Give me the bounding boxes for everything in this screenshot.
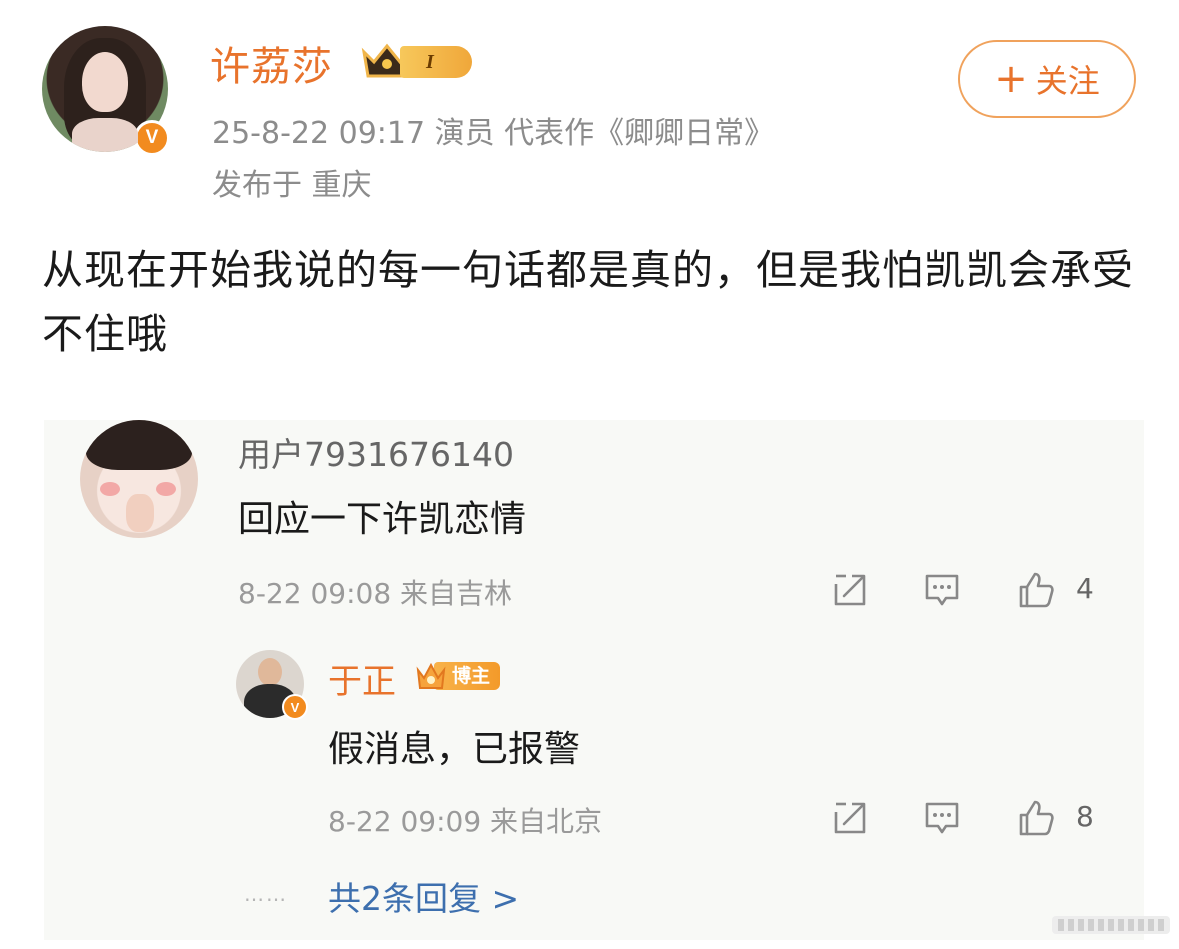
avatar-hair: [86, 420, 192, 470]
avatar-face: [82, 52, 128, 112]
author-badge: 博主: [414, 660, 500, 692]
avatar-cheek: [156, 482, 176, 496]
follow-button[interactable]: + 关注: [958, 40, 1136, 118]
comment-text: 回应一下许凯恋情: [238, 499, 527, 540]
comment-actions: 4: [830, 570, 1120, 610]
avatar-body: [72, 118, 138, 152]
vip-badge[interactable]: I: [360, 40, 474, 82]
like-count: 8: [1076, 800, 1094, 833]
avatar-head: [258, 658, 282, 686]
vip-level: I: [400, 46, 472, 78]
post-text: 从现在开始我说的每一句话都是真的，但是我怕凯凯会承受不住哦: [42, 246, 1134, 358]
post-meta: 25-8-22 09:17 演员 代表作《卿卿日常》: [212, 116, 775, 151]
author-name[interactable]: 许荔莎: [210, 34, 333, 92]
bozhu-crown-icon: [416, 662, 446, 689]
reply-text: 假消息，已报警: [328, 729, 581, 770]
plus-icon: +: [994, 56, 1028, 102]
commenter-avatar[interactable]: [80, 420, 198, 538]
more-dots: ……: [244, 882, 288, 906]
more-replies-link[interactable]: 共2条回复 >: [328, 872, 519, 920]
replier-name[interactable]: 于正: [328, 654, 396, 703]
commenter-name[interactable]: 用户7931676140: [238, 428, 514, 476]
avatar-hand: [126, 494, 154, 532]
share-icon[interactable]: [830, 570, 870, 610]
comment-section: 用户7931676140 回应一下许凯恋情 8-22 09:08 来自吉林 4 …: [44, 420, 1144, 940]
post-location: 发布于 重庆: [212, 168, 372, 203]
comment-icon[interactable]: [922, 798, 962, 838]
verified-icon: V: [282, 694, 308, 720]
share-icon[interactable]: [830, 798, 870, 838]
follow-label: 关注: [1035, 62, 1100, 100]
verified-icon: V: [134, 120, 170, 156]
reply-time: 8-22 09:09 来自北京: [328, 805, 603, 838]
reply-actions: 8: [830, 798, 1120, 838]
comment-icon[interactable]: [922, 570, 962, 610]
comment-time: 8-22 09:08 来自吉林: [238, 577, 513, 610]
avatar-cheek: [100, 482, 120, 496]
like-count: 4: [1076, 572, 1094, 605]
like-icon[interactable]: [1016, 570, 1056, 610]
like-icon[interactable]: [1016, 798, 1056, 838]
watermark-logo: [1052, 916, 1170, 934]
